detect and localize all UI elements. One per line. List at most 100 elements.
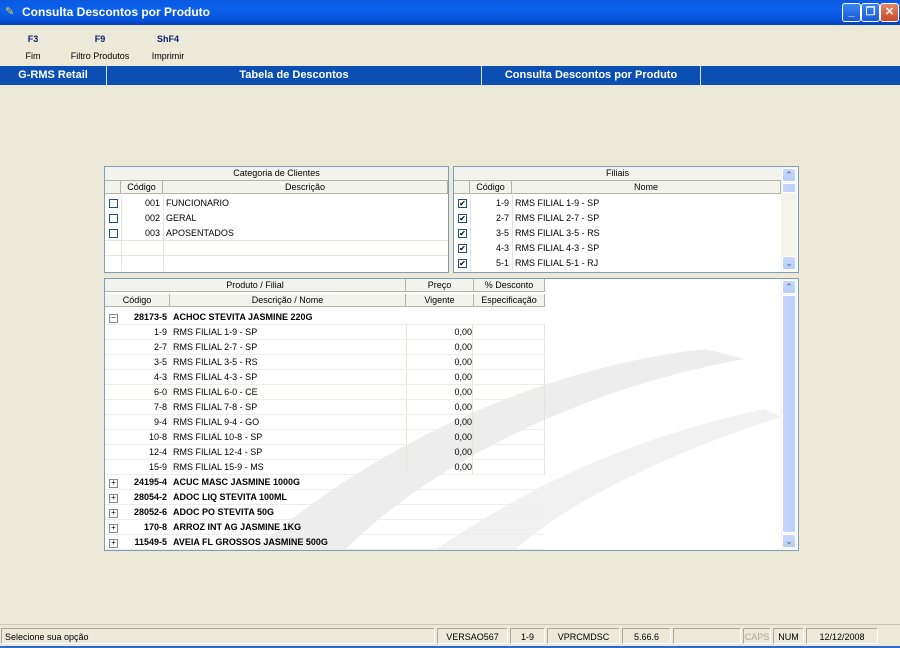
expand-icon[interactable]: + (109, 509, 118, 518)
categoria-checkbox[interactable] (109, 199, 118, 208)
filial-nome: RMS FILIAL 12-4 - SP (173, 447, 263, 457)
product-row[interactable]: +28052-6 ADOC PO STEVITA 50G (105, 505, 545, 520)
desconto-especificacao[interactable] (474, 415, 545, 430)
preco-vigente: 0,00 (454, 342, 472, 352)
expand-icon[interactable]: + (109, 539, 118, 548)
filiais-scrollbar[interactable]: ⌃ ⌄ (781, 167, 797, 271)
product-filial-row[interactable]: 7-8 RMS FILIAL 7-8 - SP 0,00 (105, 400, 545, 415)
filial-row[interactable]: ✔ 1-9 RMS FILIAL 1-9 - SP (454, 196, 781, 211)
filiais-col-nome[interactable]: Nome (512, 181, 781, 194)
preco-vigente: 0,00 (454, 357, 472, 367)
product-filial-row[interactable]: 10-8 RMS FILIAL 10-8 - SP 0,00 (105, 430, 545, 445)
categoria-col-codigo[interactable]: Código (121, 181, 163, 194)
filial-codigo: 9-4 (153, 417, 167, 427)
categoria-col-descricao[interactable]: Descrição (163, 181, 448, 194)
product-filial-row[interactable]: 12-4 RMS FILIAL 12-4 - SP 0,00 (105, 445, 545, 460)
product-filial-row[interactable]: 1-9 RMS FILIAL 1-9 - SP 0,00 (105, 325, 545, 340)
categoria-row[interactable]: 001 FUNCIONARIO (105, 196, 448, 211)
filial-checkbox[interactable]: ✔ (458, 244, 467, 253)
desconto-especificacao[interactable] (474, 430, 545, 445)
toolbar-filtro-produtos-button[interactable]: F9 Filtro Produtos (64, 32, 136, 62)
filial-codigo: 5-1 (495, 258, 509, 268)
desconto-especificacao[interactable] (474, 355, 545, 370)
categoria-row[interactable]: 003 APOSENTADOS (105, 226, 448, 241)
desconto-especificacao[interactable] (474, 400, 545, 415)
toolbar-imprimir-button[interactable]: ShF4 Imprimir (147, 32, 189, 62)
produtos-group-preco: Preço (406, 279, 474, 292)
product-row[interactable]: +28054-2 ADOC LIQ STEVITA 100ML (105, 490, 545, 505)
scroll-thumb[interactable] (782, 183, 796, 193)
maximize-button[interactable]: ❐ (861, 3, 880, 22)
filial-row[interactable]: ✔ 4-3 RMS FILIAL 4-3 - SP (454, 241, 781, 256)
filial-codigo: 7-8 (153, 402, 167, 412)
filial-checkbox[interactable]: ✔ (458, 259, 467, 268)
categoria-checkbox[interactable] (109, 229, 118, 238)
product-filial-row[interactable]: 15-9 RMS FILIAL 15-9 - MS 0,00 (105, 460, 545, 475)
toolbar-label: Filtro Produtos (70, 51, 130, 61)
product-codigo: 28052-6 (133, 507, 167, 517)
preco-vigente: 0,00 (454, 432, 472, 442)
product-row[interactable]: +24195-4 ACUC MASC JASMINE 1000G (105, 475, 545, 490)
expand-icon[interactable]: + (109, 479, 118, 488)
desconto-especificacao[interactable] (474, 445, 545, 460)
filial-checkbox[interactable]: ✔ (458, 199, 467, 208)
product-filial-row[interactable]: 9-4 RMS FILIAL 9-4 - GO 0,00 (105, 415, 545, 430)
preco-vigente: 0,00 (454, 417, 472, 427)
desconto-especificacao[interactable] (474, 325, 545, 340)
desconto-especificacao[interactable] (474, 370, 545, 385)
filial-nome: RMS FILIAL 15-9 - MS (173, 462, 264, 472)
produtos-scrollbar[interactable]: ⌃ ⌄ (781, 279, 797, 549)
filial-codigo: 10-8 (148, 432, 167, 442)
close-button[interactable]: ✕ (880, 3, 899, 22)
toolbar-label: Imprimir (151, 51, 185, 61)
filial-row[interactable]: ✔ 3-5 RMS FILIAL 3-5 - RS (454, 226, 781, 241)
title-bar[interactable]: ✎ Consulta Descontos por Produto _ ❐ ✕ (0, 0, 900, 25)
minimize-button[interactable]: _ (842, 3, 861, 22)
scroll-thumb[interactable] (782, 295, 796, 533)
desconto-especificacao[interactable] (474, 385, 545, 400)
filial-row[interactable]: ✔ 5-1 RMS FILIAL 5-1 - RJ (454, 256, 781, 271)
toolbar-key: ShF4 (156, 34, 179, 44)
expand-icon[interactable]: + (109, 524, 118, 533)
product-filial-row[interactable]: 3-5 RMS FILIAL 3-5 - RS 0,00 (105, 355, 545, 370)
desconto-especificacao[interactable] (474, 340, 545, 355)
filial-nome: RMS FILIAL 9-4 - GO (173, 417, 260, 427)
scroll-down-arrow-icon[interactable]: ⌄ (782, 534, 796, 548)
product-descricao: AVEIA FL GROSSOS JASMINE 500G (173, 537, 328, 547)
filial-checkbox[interactable]: ✔ (458, 229, 467, 238)
product-filial-row[interactable]: 4-3 RMS FILIAL 4-3 - SP 0,00 (105, 370, 545, 385)
filial-nome: RMS FILIAL 3-5 - RS (173, 357, 258, 367)
filiais-col-codigo[interactable]: Código (470, 181, 512, 194)
scroll-up-arrow-icon[interactable]: ⌃ (782, 168, 796, 182)
categoria-row[interactable]: 002 GERAL (105, 211, 448, 226)
expand-icon[interactable]: + (109, 494, 118, 503)
produtos-col-codigo[interactable]: Código (105, 294, 170, 307)
product-row[interactable]: +170-8 ARROZ INT AG JASMINE 1KG (105, 520, 545, 535)
produtos-col-descricao[interactable]: Descrição / Nome (170, 294, 406, 307)
product-descricao: ACHOC STEVITA JASMINE 220G (173, 312, 313, 322)
product-row[interactable]: − 28173-5 ACHOC STEVITA JASMINE 220G (105, 310, 545, 325)
product-filial-row[interactable]: 6-0 RMS FILIAL 6-0 - CE 0,00 (105, 385, 545, 400)
product-codigo: 24195-4 (133, 477, 167, 487)
filial-nome: RMS FILIAL 4-3 - SP (173, 372, 258, 382)
toolbar-fim-button[interactable]: F3 Fim (20, 32, 46, 62)
toolbar-label: Fim (25, 51, 41, 61)
desconto-especificacao[interactable] (474, 460, 545, 475)
produtos-col-vigente[interactable]: Vigente (406, 294, 474, 307)
categoria-group-title: Categoria de Clientes (105, 167, 448, 181)
filial-codigo: 1-9 (495, 198, 509, 208)
status-build: 5.66.6 (622, 628, 671, 644)
collapse-icon[interactable]: − (109, 314, 118, 323)
scroll-down-arrow-icon[interactable]: ⌄ (782, 256, 796, 270)
produtos-col-especificacao[interactable]: Especificação (474, 294, 545, 307)
status-message: Selecione sua opção (1, 628, 435, 644)
status-bar: Selecione sua opção VERSAO567 1-9 VPRCMD… (0, 624, 900, 647)
scroll-up-arrow-icon[interactable]: ⌃ (782, 280, 796, 294)
filial-checkbox[interactable]: ✔ (458, 214, 467, 223)
categoria-checkbox[interactable] (109, 214, 118, 223)
product-filial-row[interactable]: 2-7 RMS FILIAL 2-7 - SP 0,00 (105, 340, 545, 355)
window-title: Consulta Descontos por Produto (22, 5, 211, 19)
filial-row[interactable]: ✔ 2-7 RMS FILIAL 2-7 - SP (454, 211, 781, 226)
filial-nome: RMS FILIAL 2-7 - SP (515, 213, 600, 223)
product-row[interactable]: +11549-5 AVEIA FL GROSSOS JASMINE 500G (105, 535, 545, 550)
